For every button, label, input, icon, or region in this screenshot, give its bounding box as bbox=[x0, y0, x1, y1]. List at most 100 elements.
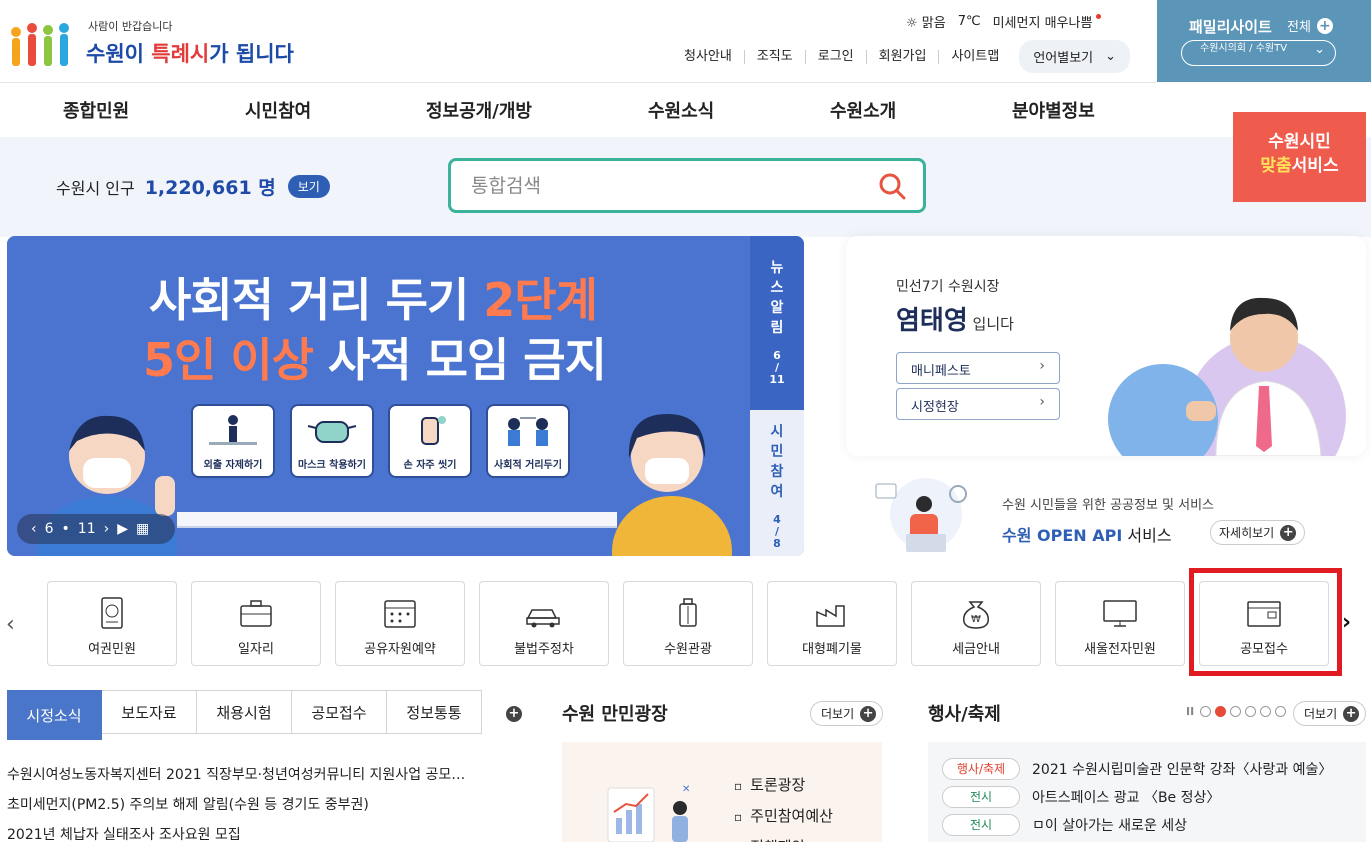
city-field-button[interactable]: 시정현장 › bbox=[896, 388, 1060, 420]
banner-headline-2: 5인 이상 사적 모임 금지 bbox=[143, 333, 607, 387]
quick-item-label: 공유자원예약 bbox=[364, 642, 436, 657]
calendar-icon bbox=[384, 600, 416, 628]
nav-item-fields[interactable]: 분야별정보 bbox=[1012, 97, 1095, 123]
nav-item-about[interactable]: 수원소개 bbox=[830, 97, 896, 123]
site-logo[interactable]: 사람이 반갑습니다 수원이 특례시가 됩니다 bbox=[8, 10, 308, 70]
quick-item-reservation[interactable]: 공유자원예약 bbox=[335, 581, 465, 666]
search-box bbox=[448, 158, 926, 213]
news-more-plus-icon[interactable]: + bbox=[506, 706, 522, 722]
population-view-button[interactable]: 보기 bbox=[287, 175, 330, 198]
banner-tab-participation[interactable]: 시 민 참 여 4/8 bbox=[750, 410, 804, 556]
nav-item-news[interactable]: 수원소식 bbox=[648, 97, 714, 123]
monitor-icon bbox=[1103, 600, 1137, 627]
tab-recruit[interactable]: 채용시험 bbox=[197, 690, 292, 734]
grid-view-icon[interactable]: ▦ bbox=[136, 521, 149, 537]
plaza-more-button[interactable]: 더보기 + bbox=[810, 701, 884, 726]
news-item[interactable]: 2021년 체납자 실태조사 조사요원 모집 bbox=[7, 820, 487, 842]
banner-card-outing: 외출 자제하기 bbox=[191, 404, 275, 478]
tab-info[interactable]: 정보통통 bbox=[387, 690, 482, 734]
util-link-org[interactable]: 조직도 bbox=[743, 49, 805, 64]
chevron-down-icon: ⌄ bbox=[1314, 42, 1325, 57]
event-row[interactable]: 행사/축제 2021 수원시립미술관 인문학 강좌〈사랑과 예술〉 bbox=[942, 758, 1332, 780]
luggage-icon bbox=[679, 598, 697, 627]
search-icon[interactable] bbox=[877, 171, 907, 201]
prev-slide-icon[interactable]: ‹ bbox=[31, 521, 37, 537]
plus-icon: + bbox=[860, 705, 877, 722]
logo-slogan: 사람이 반갑습니다 bbox=[88, 20, 173, 33]
family-site-all-button[interactable]: 전체 + bbox=[1287, 16, 1333, 35]
pager-dot[interactable] bbox=[1260, 706, 1272, 717]
tab-contest[interactable]: 공모접수 bbox=[292, 690, 387, 734]
open-api-section: 수원 시민들을 위한 공공정보 및 서비스 수원 OPEN API 서비스 자세… bbox=[866, 470, 1366, 560]
tab-city-news[interactable]: 시정소식 bbox=[7, 690, 102, 740]
quick-item-epetition[interactable]: 새울전자민원 bbox=[1055, 581, 1185, 666]
news-list: 수원시여성노동자복지센터 2021 직장부모·청년여성커뮤니티 지원사업 공모…… bbox=[7, 760, 487, 842]
event-row[interactable]: 전시 ㅁ이 살아가는 새로운 세상 bbox=[942, 814, 1187, 836]
news-item[interactable]: 수원시여성노동자복지센터 2021 직장부모·청년여성커뮤니티 지원사업 공모… bbox=[7, 760, 487, 790]
api-more-button[interactable]: 자세히보기 + bbox=[1210, 520, 1306, 545]
quick-item-parking[interactable]: 불법주정차 bbox=[479, 581, 609, 666]
plaza-title: 수원 만민광장 bbox=[562, 704, 668, 725]
nav-item-participation[interactable]: 시민참여 bbox=[245, 97, 311, 123]
quick-item-waste[interactable]: 대형폐기물 bbox=[767, 581, 897, 666]
card-label: 마스크 착용하기 bbox=[298, 460, 366, 471]
banner-tab-news[interactable]: 뉴 스 알 림 6/11 bbox=[750, 236, 804, 410]
quick-item-label: 새울전자민원 bbox=[1084, 642, 1156, 657]
population-label: 수원시 인구 bbox=[56, 178, 135, 198]
quick-item-jobs[interactable]: 일자리 bbox=[191, 581, 321, 666]
sun-icon: ☼ 맑음 bbox=[906, 16, 946, 31]
util-link-login[interactable]: 로그인 bbox=[804, 49, 866, 64]
plaza-item[interactable]: 주민참여예산 bbox=[734, 801, 833, 832]
tab-char: 민 bbox=[770, 444, 784, 460]
pager-dot[interactable] bbox=[1275, 706, 1287, 717]
pager-dot[interactable] bbox=[1200, 706, 1212, 717]
quick-item-passport[interactable]: 여권민원 bbox=[47, 581, 177, 666]
event-badge: 전시 bbox=[942, 814, 1020, 836]
manifesto-button[interactable]: 매니페스토 › bbox=[896, 352, 1060, 384]
quick-prev-icon[interactable]: ‹ bbox=[6, 612, 15, 637]
pager-dot-active[interactable] bbox=[1215, 706, 1227, 717]
search-input[interactable] bbox=[471, 173, 851, 199]
tab-press[interactable]: 보도자료 bbox=[102, 690, 197, 734]
nav-item-disclosure[interactable]: 정보공개/개방 bbox=[426, 97, 532, 123]
pager-dot[interactable] bbox=[1245, 706, 1257, 717]
family-site-select[interactable]: 수원시의회 / 수원TV ⌄ bbox=[1181, 40, 1336, 66]
quick-item-tour[interactable]: 수원관광 bbox=[623, 581, 753, 666]
distance-people-icon bbox=[508, 417, 548, 446]
quick-item-label: 수원관광 bbox=[664, 642, 712, 657]
quick-item-label: 불법주정차 bbox=[514, 642, 574, 657]
tab-char: 림 bbox=[770, 320, 784, 336]
event-text: ㅁ이 살아가는 새로운 세상 bbox=[1032, 818, 1188, 834]
briefcase-icon bbox=[240, 600, 272, 627]
util-link-join[interactable]: 회원가입 bbox=[865, 49, 939, 64]
news-item[interactable]: 초미세먼지(PM2.5) 주의보 해제 알림(수원 등 경기도 중부권) bbox=[7, 790, 487, 820]
alert-dot-icon bbox=[1096, 14, 1102, 19]
plus-icon: + bbox=[1343, 705, 1360, 722]
pause-icon[interactable]: II bbox=[1186, 705, 1194, 718]
next-slide-icon[interactable]: › bbox=[104, 521, 110, 537]
plaza-item[interactable]: 토론광장 bbox=[734, 770, 833, 801]
util-link-office[interactable]: 청사안내 bbox=[672, 49, 744, 64]
quick-next-icon[interactable]: › bbox=[1342, 610, 1351, 635]
custom-service-button[interactable]: 수원시민 맞춤서비스 bbox=[1233, 112, 1366, 202]
tab-page: 6/11 bbox=[769, 349, 785, 386]
api-description: 수원 시민들을 위한 공공정보 및 서비스 bbox=[1002, 498, 1215, 513]
chart-person-illustration-icon: ✕ bbox=[607, 784, 690, 842]
tab-char: 여 bbox=[770, 484, 784, 500]
mask-icon bbox=[307, 421, 357, 443]
chevron-right-icon: › bbox=[1039, 358, 1045, 374]
plaza-item[interactable]: 정책제안 bbox=[734, 832, 833, 842]
language-select[interactable]: 언어별보기 ⌄ bbox=[1019, 40, 1131, 73]
events-more-button[interactable]: 더보기 + bbox=[1293, 701, 1367, 726]
quick-item-tax[interactable]: ₩ 세금안내 bbox=[911, 581, 1041, 666]
play-icon[interactable]: ▶ bbox=[117, 521, 128, 537]
nav-item-civil[interactable]: 종합민원 bbox=[63, 97, 129, 123]
banner-controls: ‹ 6 • 11 › ▶ ▦ bbox=[17, 514, 175, 544]
highlight-box bbox=[1189, 568, 1342, 676]
event-row[interactable]: 전시 아트스페이스 광교 〈Be 정상〉 bbox=[942, 786, 1220, 808]
util-link-sitemap[interactable]: 사이트맵 bbox=[938, 49, 1011, 64]
temperature: 7℃ bbox=[957, 14, 981, 29]
main-banner[interactable]: 사회적 거리 두기 2단계 5인 이상 사적 모임 금지 외출 자제하기 마스크… bbox=[7, 236, 804, 556]
svg-text:₩: ₩ bbox=[971, 614, 981, 625]
pager-dot[interactable] bbox=[1230, 706, 1242, 717]
